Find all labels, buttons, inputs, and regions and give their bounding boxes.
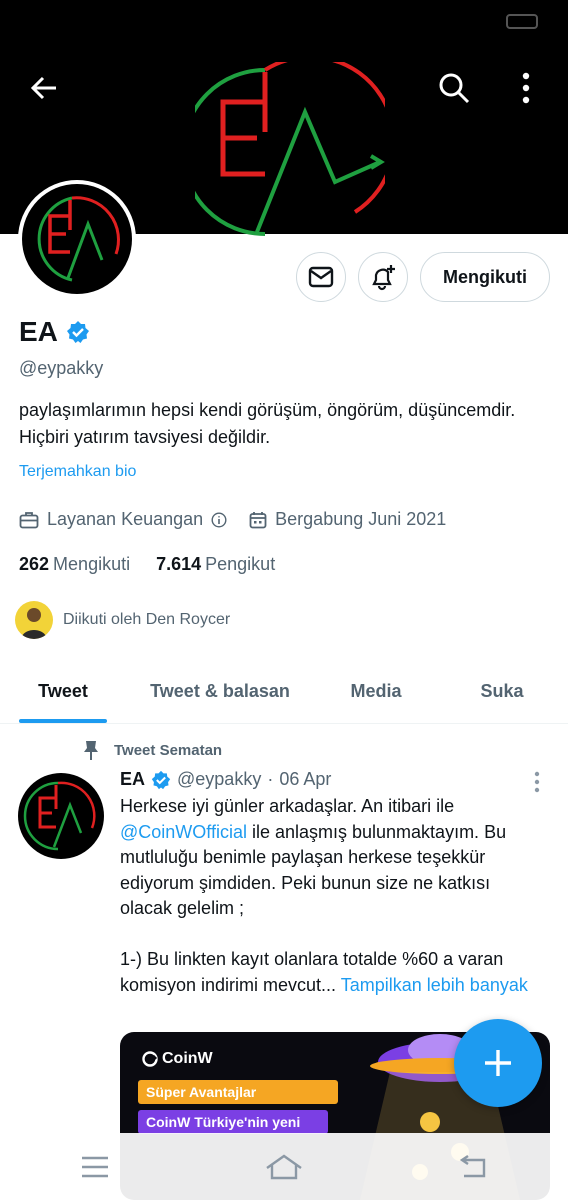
plus-icon xyxy=(485,1050,511,1076)
tweet-dot: · xyxy=(267,769,274,789)
ea-logo-avatar xyxy=(37,196,120,282)
tab-media[interactable]: Media xyxy=(348,660,404,723)
more-vertical-icon xyxy=(522,72,530,104)
menu-button[interactable] xyxy=(65,1142,125,1192)
back-button[interactable] xyxy=(22,66,66,110)
pin-icon xyxy=(84,741,98,760)
tweet-author-handle: @eypakky xyxy=(177,769,262,789)
tweet-date: 06 Apr xyxy=(279,769,332,789)
tweet-author-name: EA xyxy=(120,769,146,789)
profile-handle: @eypakky xyxy=(19,358,104,378)
pinned-label: Tweet Sematan xyxy=(114,741,223,759)
card-banner-line1: Süper Avantajlar xyxy=(138,1080,338,1104)
following-label: Mengikuti xyxy=(53,554,131,574)
briefcase-icon xyxy=(19,511,39,528)
compose-button[interactable] xyxy=(454,1019,542,1107)
followed-by-row[interactable]: Diikuti oleh Den Roycer xyxy=(15,601,549,639)
followers-count: 7.614 xyxy=(156,554,202,574)
info-icon[interactable] xyxy=(211,511,227,528)
following-count: 262 xyxy=(19,554,50,574)
return-icon xyxy=(460,1154,486,1177)
notify-button[interactable] xyxy=(358,252,408,302)
arrow-left-icon xyxy=(30,76,56,100)
home-button[interactable] xyxy=(254,1142,314,1192)
translate-bio-link[interactable]: Terjemahkan bio xyxy=(19,463,549,481)
search-button[interactable] xyxy=(432,66,476,110)
home-icon xyxy=(266,1154,302,1179)
system-nav-bar xyxy=(0,1133,568,1200)
profile-meta: Layanan Keuangan Bergabung Juni 2021 xyxy=(19,509,549,530)
tweet-more-button[interactable] xyxy=(534,771,540,798)
coinw-logo-icon xyxy=(142,1051,158,1067)
ea-logo-tweet xyxy=(23,781,96,851)
calendar-icon xyxy=(249,511,267,528)
tweet-text-part1: Herkese iyi günler arkadaşlar. An itibar… xyxy=(120,796,460,816)
ea-logo-banner xyxy=(195,62,385,236)
battery-icon xyxy=(506,14,538,29)
card-brand: CoinW xyxy=(142,1050,213,1068)
profile-avatar[interactable] xyxy=(18,180,136,298)
following-stat[interactable]: 262 Mengikuti xyxy=(19,554,130,575)
tweet-body: EA @eypakky · 06 Apr Herkese iyi günler … xyxy=(120,769,540,998)
profile-actions: Mengikuti xyxy=(296,252,550,302)
envelope-icon xyxy=(308,266,334,288)
tab-likes[interactable]: Suka xyxy=(477,660,527,723)
tweet-text-part2: ile anlaşmış bulunmaktayım. Bu mutluluğu… xyxy=(120,821,507,995)
followers-label: Pengikut xyxy=(205,554,276,574)
profile-bio: paylaşımlarımın hepsi kendi görüşüm, öng… xyxy=(19,400,516,447)
followers-stat[interactable]: 7.614 Pengikut xyxy=(156,554,275,575)
menu-icon xyxy=(81,1156,108,1177)
more-vertical-icon xyxy=(534,771,540,793)
tweet-author-avatar[interactable] xyxy=(18,773,104,859)
tab-tweet-replies[interactable]: Tweet & balasan xyxy=(145,660,295,723)
tweet-text: Herkese iyi günler arkadaşlar. An itibar… xyxy=(120,794,540,998)
profile-tabs: Tweet Tweet & balasan Media Suka xyxy=(0,660,568,724)
message-button[interactable] xyxy=(296,252,346,302)
show-more-link[interactable]: Tampilkan lebih banyak xyxy=(341,975,528,995)
profile-info: EA @eypakky paylaşımlarımın hepsi kendi … xyxy=(15,316,549,639)
follower-avatar xyxy=(15,601,53,639)
more-button[interactable] xyxy=(504,66,548,110)
bell-plus-icon xyxy=(372,265,395,291)
tab-tweet[interactable]: Tweet xyxy=(19,660,107,723)
pinned-label-row: Tweet Sematan xyxy=(82,739,222,761)
back-system-button[interactable] xyxy=(443,1142,503,1192)
person-avatar-icon xyxy=(21,608,47,639)
mention-link[interactable]: @CoinWOfficial xyxy=(120,822,247,842)
category-label: Layanan Keuangan xyxy=(47,509,204,529)
search-icon xyxy=(439,73,470,104)
category-item: Layanan Keuangan xyxy=(19,509,227,530)
profile-name: EA xyxy=(19,316,58,347)
profile-stats: 262 Mengikuti 7.614 Pengikut xyxy=(19,554,549,575)
joined-item: Bergabung Juni 2021 xyxy=(249,509,446,530)
following-button[interactable]: Mengikuti xyxy=(420,252,550,302)
card-banner-line2: CoinW Türkiye'nin yeni xyxy=(138,1110,328,1134)
tweet-header: EA @eypakky · 06 Apr xyxy=(120,769,540,790)
followed-by-label: Diikuti oleh Den Roycer xyxy=(63,611,231,628)
status-bar xyxy=(0,0,568,44)
verified-badge-icon xyxy=(151,770,171,789)
verified-badge-icon xyxy=(66,321,89,343)
joined-label: Bergabung Juni 2021 xyxy=(275,509,447,529)
